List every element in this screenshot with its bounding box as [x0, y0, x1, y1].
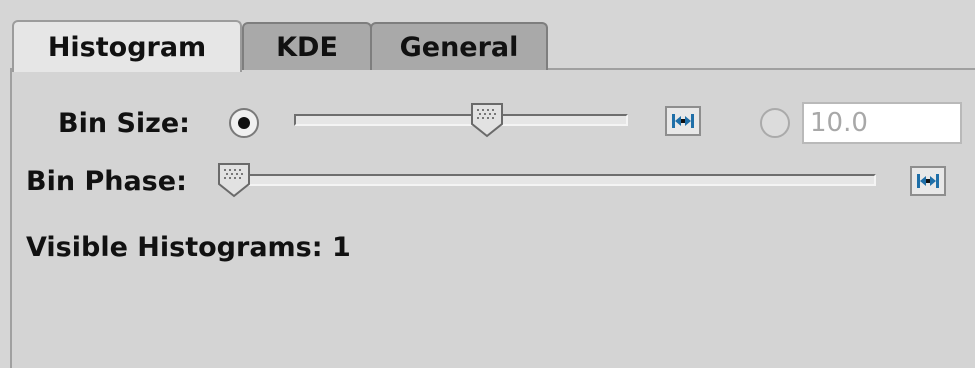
tab-label: General	[399, 31, 519, 63]
tab-label: KDE	[276, 31, 338, 63]
tab-histogram[interactable]: Histogram	[12, 20, 242, 72]
bin-phase-slider[interactable]	[230, 174, 876, 186]
bin-size-slider-radio[interactable]	[229, 108, 259, 138]
bin-size-fix-button[interactable]	[665, 106, 701, 136]
bin-phase-slider-thumb[interactable]	[217, 162, 251, 198]
tab-label: Histogram	[47, 31, 207, 63]
lock-range-icon	[672, 114, 694, 128]
bin-phase-label: Bin Phase:	[26, 166, 187, 197]
bin-phase-fix-button[interactable]	[910, 166, 946, 196]
bin-size-label: Bin Size:	[58, 108, 190, 139]
histogram-settings-panel: Bin Size: 10.0 Bin Phase: Visible Histog…	[10, 68, 975, 368]
visible-histograms-count: Visible Histograms: 1	[26, 232, 351, 263]
tab-kde[interactable]: KDE	[242, 22, 372, 70]
bin-size-slider[interactable]	[294, 114, 628, 126]
bin-size-value-radio[interactable]	[760, 108, 790, 138]
tab-general[interactable]: General	[370, 22, 548, 70]
bin-size-slider-thumb[interactable]	[470, 102, 504, 138]
bin-size-field[interactable]: 10.0	[802, 102, 962, 144]
lock-range-icon	[917, 174, 939, 188]
